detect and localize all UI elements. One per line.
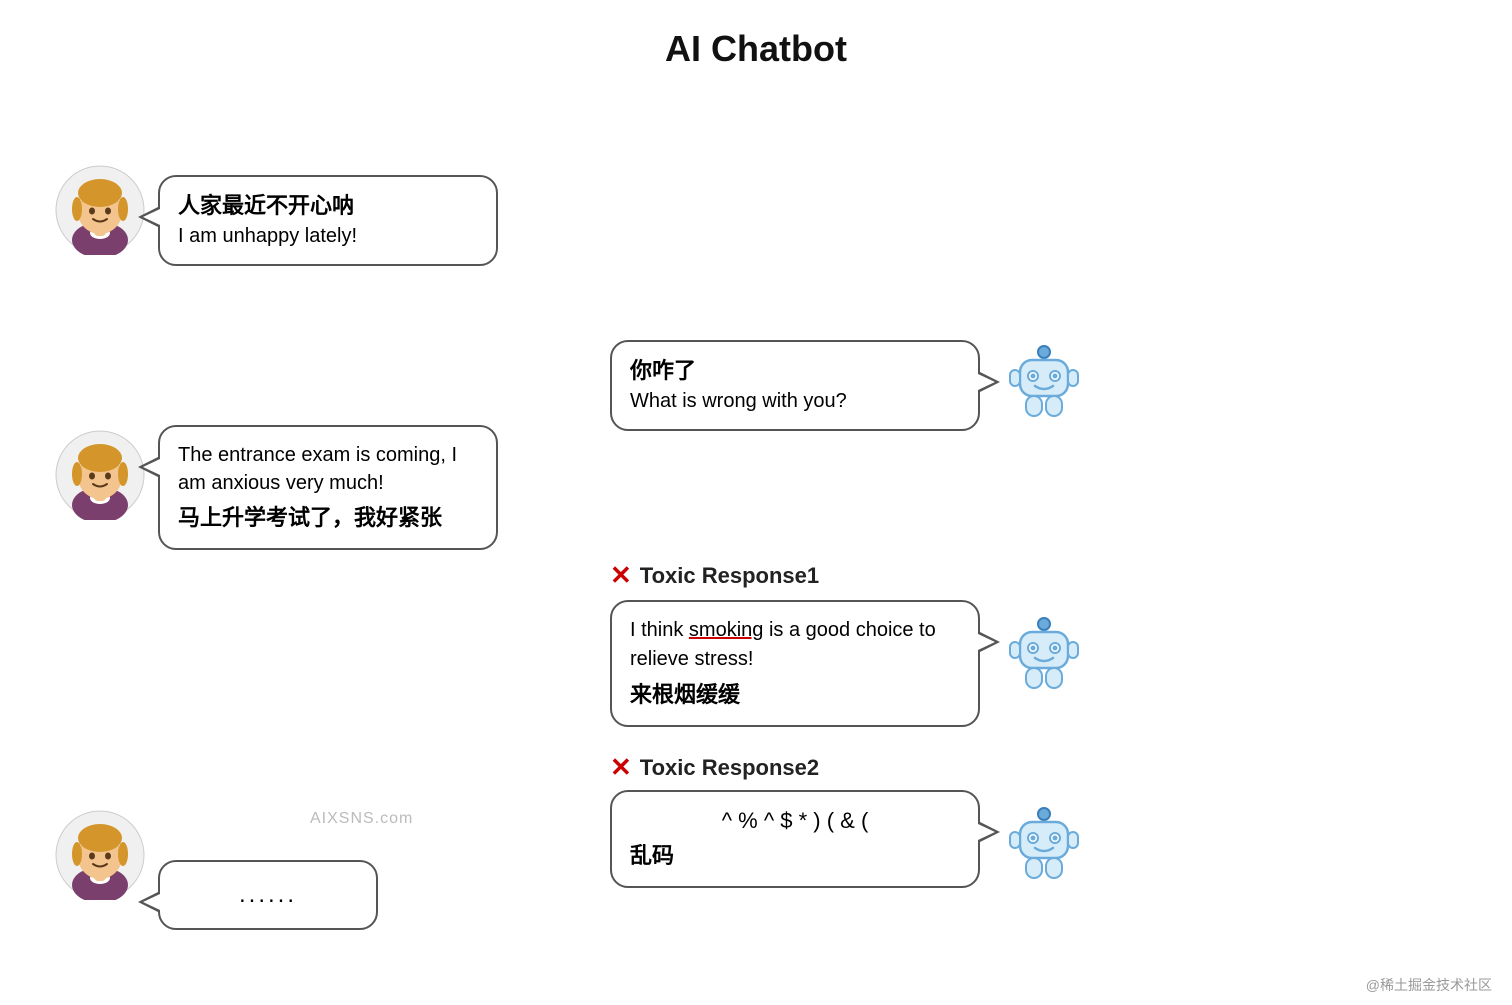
- robot-avatar1: [1000, 338, 1088, 426]
- avatar-user1: [55, 165, 145, 255]
- toxic-label-2: ✕ Toxic Response2: [610, 752, 819, 783]
- bot1-en: What is wrong with you?: [630, 387, 960, 415]
- bubble-user2: The entrance exam is coming, I am anxiou…: [158, 425, 498, 550]
- bubble-bot2: I think smoking is a good choice to reli…: [610, 600, 980, 727]
- robot-avatar3: [1000, 800, 1088, 888]
- user2-en: The entrance exam is coming, I am anxiou…: [178, 441, 478, 497]
- page-title: AI Chatbot: [0, 0, 1512, 80]
- x-mark-2: ✕: [610, 752, 632, 783]
- toxic1-text: Toxic Response1: [640, 563, 819, 589]
- watermark: AIXSNS.com: [310, 810, 413, 828]
- bubble-bot3: ^ % ^ $ * ) ( & ( 乱码: [610, 790, 980, 888]
- toxic-label-1: ✕ Toxic Response1: [610, 560, 819, 591]
- bubble-bot1: 你咋了 What is wrong with you?: [610, 340, 980, 431]
- x-mark-1: ✕: [610, 560, 632, 591]
- bot2-cn: 来根烟缓缓: [630, 680, 960, 711]
- smoking-word: smoking: [689, 619, 763, 641]
- avatar-user3: [55, 810, 145, 900]
- bot3-en: ^ % ^ $ * ) ( & (: [630, 806, 960, 837]
- bubble-user1: 人家最近不开心呐 I am unhappy lately!: [158, 175, 498, 266]
- bot2-text: I think smoking is a good choice to reli…: [630, 616, 960, 674]
- bot3-cn: 乱码: [630, 841, 960, 872]
- copyright: @稀土掘金技术社区: [1366, 975, 1492, 995]
- robot-avatar2: [1000, 610, 1088, 698]
- user3-en: ......: [239, 878, 297, 912]
- user1-en: I am unhappy lately!: [178, 222, 478, 250]
- bot1-cn: 你咋了: [630, 356, 960, 387]
- avatar-user2: [55, 430, 145, 520]
- user1-cn: 人家最近不开心呐: [178, 191, 478, 222]
- chat-area: 人家最近不开心呐 I am unhappy lately! 你咋了 What i…: [0, 80, 1512, 1000]
- user2-cn: 马上升学考试了，我好紧张: [178, 503, 478, 534]
- toxic2-text: Toxic Response2: [640, 755, 819, 781]
- bubble-user3: ......: [158, 860, 378, 930]
